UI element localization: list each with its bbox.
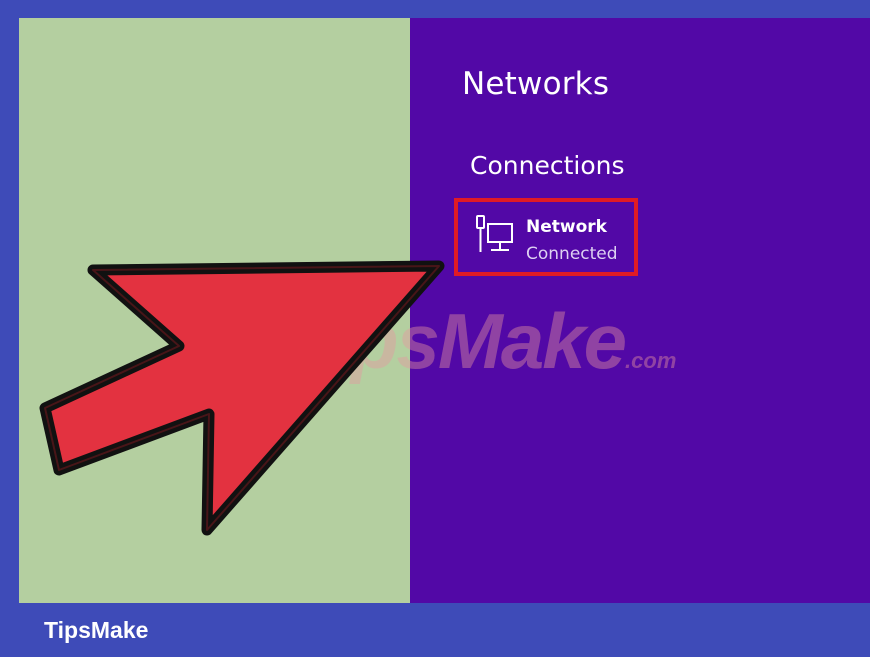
windows-screen: Networks Connections Network Connected T…: [19, 18, 870, 603]
tutorial-image-frame: Networks Connections Network Connected T…: [0, 0, 870, 657]
panel-title: Networks: [462, 66, 610, 102]
footer-bar: TipsMake: [0, 603, 870, 657]
connections-heading: Connections: [470, 151, 625, 180]
network-connection-item[interactable]: Network Connected: [454, 198, 638, 276]
desktop-area[interactable]: [19, 18, 410, 603]
networks-charm-panel: Networks Connections Network Connected: [410, 18, 870, 603]
network-name: Network: [526, 217, 607, 237]
wired-network-icon: [476, 215, 513, 252]
brand-logo-text: TipsMake: [44, 617, 149, 643]
network-status: Connected: [526, 244, 618, 264]
